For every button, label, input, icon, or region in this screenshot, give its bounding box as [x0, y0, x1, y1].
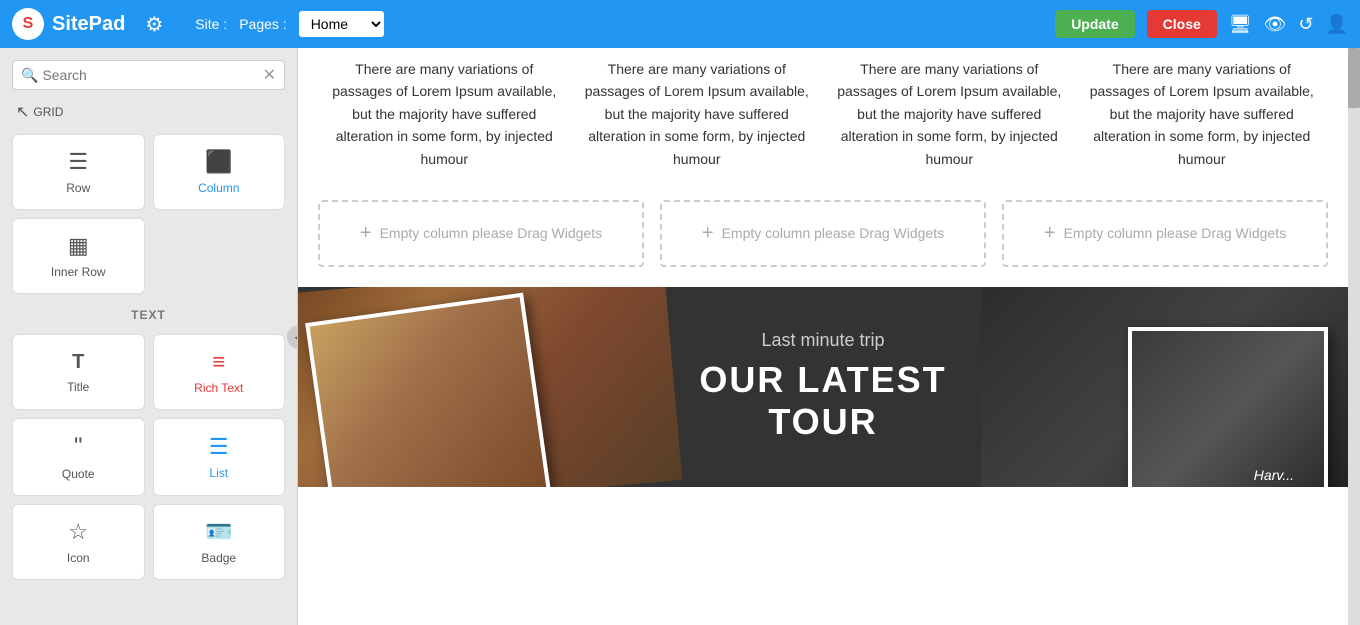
empty-col-1[interactable]: + Empty column please Drag Widgets: [318, 200, 644, 267]
empty-col-text-2: Empty column please Drag Widgets: [722, 225, 945, 241]
col-text-3: There are many variations of passages of…: [823, 58, 1076, 170]
widget-quote[interactable]: " Quote: [12, 418, 145, 496]
sidebar: 🔍 ✕ ↖ GRID ☰ Row ⬛ Column ▦ Inner Row: [0, 48, 298, 625]
text-widget-grid: T Title ≡ Rich Text " Quote ☰ List ☆ Ico…: [0, 326, 297, 588]
cursor-indicator: ↖ GRID: [16, 102, 281, 122]
plus-icon-3: +: [1044, 222, 1056, 245]
widget-inner-row[interactable]: ▦ Inner Row: [12, 218, 145, 294]
monitor-icon[interactable]: 🖥: [1229, 14, 1252, 35]
close-button[interactable]: Close: [1147, 10, 1217, 38]
row-label: Row: [66, 181, 90, 195]
search-input[interactable]: [42, 67, 262, 83]
widget-list[interactable]: ☰ List: [153, 418, 286, 496]
four-col-section: There are many variations of passages of…: [298, 48, 1348, 190]
rich-text-label: Rich Text: [194, 381, 243, 395]
pages-select[interactable]: Home About Contact Blog: [299, 11, 384, 37]
list-icon: ☰: [209, 434, 229, 460]
dark-section: Harv... Last minute trip OUR LATEST TOUR: [298, 287, 1348, 487]
empty-col-text-1: Empty column please Drag Widgets: [380, 225, 603, 241]
empty-cols-section: + Empty column please Drag Widgets + Emp…: [298, 190, 1348, 287]
gear-icon[interactable]: ⚙: [145, 12, 163, 37]
badge-icon: 🪪: [205, 519, 232, 545]
rich-text-icon: ≡: [212, 349, 225, 375]
quote-label: Quote: [62, 467, 95, 481]
topbar-icons: 🖥 👁 ↺ 👤: [1229, 14, 1348, 35]
dark-section-subtitle: Last minute trip: [699, 330, 946, 351]
canvas-scrollbar[interactable]: [1348, 48, 1360, 625]
icon-label: Icon: [67, 551, 90, 565]
plus-icon-2: +: [702, 222, 714, 245]
update-button[interactable]: Update: [1055, 10, 1134, 38]
plus-icon-1: +: [360, 222, 372, 245]
search-bar: 🔍 ✕: [12, 60, 285, 90]
quote-icon: ": [74, 433, 83, 461]
photo-left: [305, 293, 551, 487]
clear-icon[interactable]: ✕: [263, 65, 276, 85]
empty-col-text-3: Empty column please Drag Widgets: [1064, 225, 1287, 241]
canvas-area[interactable]: There are many variations of passages of…: [298, 48, 1348, 625]
main-layout: 🔍 ✕ ↖ GRID ☰ Row ⬛ Column ▦ Inner Row: [0, 48, 1360, 625]
widget-column[interactable]: ⬛ Column: [153, 134, 286, 210]
undo-icon[interactable]: ↺: [1298, 14, 1313, 35]
column-label: Column: [198, 181, 239, 195]
dark-section-content: Last minute trip OUR LATEST TOUR: [699, 330, 946, 443]
logo-text: SitePad: [52, 13, 125, 36]
dark-section-title: OUR LATEST TOUR: [699, 359, 946, 443]
inner-row-label: Inner Row: [51, 265, 106, 279]
col-text-1: There are many variations of passages of…: [318, 58, 571, 170]
pages-label: Pages :: [239, 16, 286, 32]
topbar: S SitePad ⚙ Site : Pages : Home About Co…: [0, 0, 1360, 48]
title-icon: T: [72, 351, 84, 374]
widget-title[interactable]: T Title: [12, 334, 145, 410]
canvas-scrollbar-thumb[interactable]: [1348, 48, 1360, 108]
site-label: Site :: [195, 16, 227, 32]
eye-icon[interactable]: 👁: [1264, 14, 1287, 35]
sign-text: Harv...: [1254, 467, 1294, 483]
layout-widget-grid: ☰ Row ⬛ Column ▦ Inner Row: [0, 126, 297, 302]
widget-row[interactable]: ☰ Row: [12, 134, 145, 210]
logo-icon: S: [12, 8, 44, 40]
widget-rich-text[interactable]: ≡ Rich Text: [153, 334, 286, 410]
column-icon: ⬛: [205, 149, 232, 175]
badge-label: Badge: [201, 551, 236, 565]
list-label: List: [209, 466, 228, 480]
icon-icon: ☆: [68, 519, 88, 545]
search-icon: 🔍: [21, 67, 38, 84]
inner-row-icon: ▦: [68, 233, 89, 259]
empty-col-3[interactable]: + Empty column please Drag Widgets: [1002, 200, 1328, 267]
widget-icon[interactable]: ☆ Icon: [12, 504, 145, 580]
title-label: Title: [67, 380, 89, 394]
col-text-4: There are many variations of passages of…: [1076, 58, 1329, 170]
user-icon[interactable]: 👤: [1326, 14, 1348, 35]
empty-col-2[interactable]: + Empty column please Drag Widgets: [660, 200, 986, 267]
text-section-label: TEXT: [0, 302, 297, 326]
row-icon: ☰: [68, 149, 88, 175]
logo: S SitePad: [12, 8, 125, 40]
col-text-2: There are many variations of passages of…: [571, 58, 824, 170]
photo-right: Harv...: [1128, 327, 1328, 487]
widget-badge[interactable]: 🪪 Badge: [153, 504, 286, 580]
